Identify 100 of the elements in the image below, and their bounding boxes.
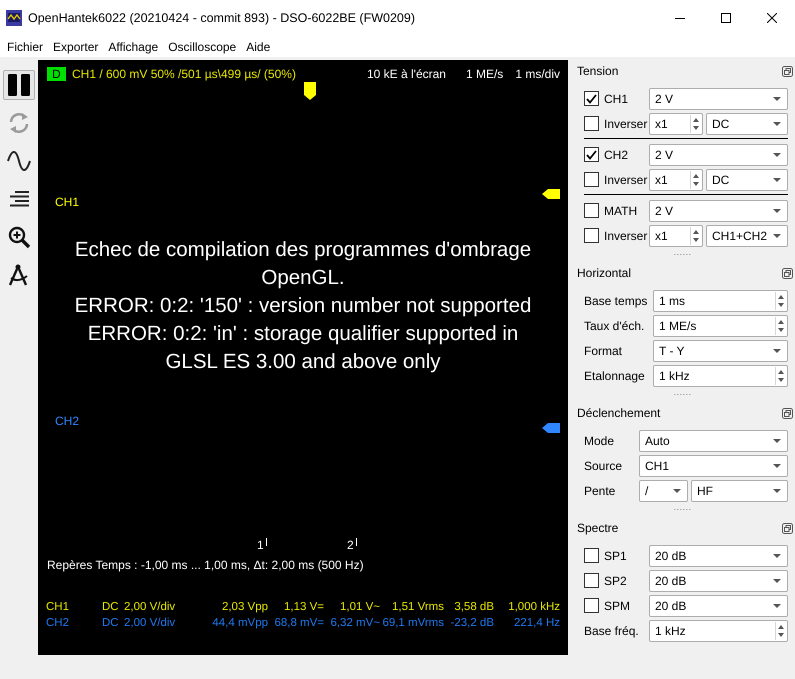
measurement-value: 1,000 kHz	[507, 600, 560, 615]
undock-icon	[782, 408, 793, 418]
spin-arrows-icon	[690, 170, 701, 188]
channel-name: CH2	[46, 616, 70, 631]
dropdown[interactable]: CH1+CH2	[706, 224, 788, 246]
trigger-position-marker	[304, 82, 316, 100]
pause-button[interactable]	[3, 70, 35, 100]
menu-item[interactable]: Fichier	[2, 38, 48, 54]
sample-rate: 1 ME/s	[466, 67, 504, 81]
spin-arrows-icon	[775, 366, 786, 384]
dropdown[interactable]: DC	[706, 112, 788, 134]
dropdown[interactable]: 20 dB	[649, 544, 788, 566]
measurement-value: 68,8 mV=	[273, 616, 324, 631]
dropdown[interactable]: /	[639, 480, 688, 502]
checkbox[interactable]: Inverser	[584, 170, 646, 188]
field-label: Base temps	[584, 292, 648, 310]
measurement-value: 1,51 Vrms	[391, 600, 444, 615]
cursor-marker: 1	[257, 538, 267, 552]
spin-arrows-icon	[690, 114, 701, 132]
close-icon	[767, 13, 777, 23]
spin-arrows-icon	[775, 292, 786, 310]
timebase: 1 ms/div	[515, 67, 560, 81]
measurement-value: 1,01 V~	[339, 600, 380, 615]
checkbox[interactable]: Inverser	[584, 226, 646, 244]
spin-arrows-icon	[775, 622, 786, 640]
caret-icon	[773, 578, 781, 582]
caret-icon	[773, 96, 781, 100]
measurement-value: 2,00 V/div	[124, 616, 176, 631]
section-title: Spectre	[577, 520, 618, 537]
menu-item[interactable]: Aide	[241, 38, 276, 54]
dropdown[interactable]: 2 V	[649, 200, 788, 222]
measurement-value: 1,13 V=	[283, 600, 324, 615]
field-label: Taux d'éch.	[584, 318, 646, 334]
dropdown[interactable]: 2 V	[649, 144, 788, 166]
spin-box[interactable]: 1 kHz	[649, 620, 788, 642]
refresh-icon	[7, 111, 31, 135]
error-message: Echec de compilation des programmes d'ombrage OpenGL. ERROR: 0:2: '150' : version number not supported ERROR: 0:2: 'in' : storage qualifier supported in GLSL ES 3.00 and above only	[74, 237, 532, 375]
measurement-value: 3,58 dB	[453, 600, 494, 615]
section-title: Déclenchement	[577, 405, 660, 422]
dropdown[interactable]: 20 dB	[649, 570, 788, 592]
spin-box[interactable]: x1	[649, 224, 703, 246]
section-title: Tension	[577, 63, 618, 80]
checkbox[interactable]: CH1	[584, 90, 646, 108]
dropdown[interactable]: DC	[706, 168, 788, 190]
measurement-value: 2,03 Vpp	[220, 600, 268, 615]
field-label: Etalonnage	[584, 368, 646, 384]
caret-icon	[673, 488, 681, 492]
dropdown[interactable]: 20 dB	[649, 594, 788, 616]
sine-wave-icon	[7, 149, 31, 173]
trigger-info: CH1 / 600 mV 50% /501 µs\499 µs/ (50%)	[72, 67, 296, 81]
caret-icon	[773, 554, 781, 558]
check-icon	[586, 150, 597, 160]
spin-box[interactable]: x1	[649, 112, 703, 134]
measurement-value: 69,1 mVrms	[381, 616, 444, 631]
spin-box[interactable]: 1 ms	[653, 290, 788, 312]
dropdown[interactable]: CH1	[639, 454, 788, 476]
maximize-icon	[721, 13, 731, 23]
spin-box[interactable]: 1 kHz	[653, 364, 788, 386]
measurement-value: 221,4 Hz	[512, 616, 560, 631]
measurement-value: -23,2 dB	[450, 616, 494, 631]
section-title: Horizontal	[577, 265, 632, 282]
checkbox[interactable]: CH2	[584, 146, 646, 164]
dropdown[interactable]: HF	[691, 480, 788, 502]
field-label: Pente	[584, 482, 616, 500]
channel-label: CH1	[55, 195, 80, 209]
measurement-value: DC	[102, 600, 120, 615]
dropdown[interactable]: Auto	[639, 430, 788, 452]
dropdown[interactable]: 2 V	[649, 88, 788, 110]
field-label: Mode	[584, 432, 616, 450]
caret-icon	[773, 488, 781, 492]
caret-icon	[773, 152, 781, 156]
field-label: Format	[584, 342, 624, 360]
undock-icon	[782, 522, 793, 534]
channel-name: CH1	[46, 600, 70, 615]
checkbox[interactable]: SPM	[584, 596, 646, 614]
spin-arrows-icon	[775, 316, 786, 334]
caret-icon	[773, 178, 781, 182]
zoom-icon	[7, 225, 31, 249]
measurement-value: 6,32 mV~	[329, 616, 380, 631]
checkbox[interactable]: SP1	[584, 546, 646, 564]
spin-box[interactable]: x1	[649, 168, 703, 190]
menu-item[interactable]: Affichage	[103, 38, 164, 54]
undock-icon	[782, 268, 793, 278]
spin-arrows-icon	[690, 226, 701, 244]
menu-item[interactable]: Exporter	[48, 38, 104, 54]
window-title: OpenHantek6022 (20210424 - commit 893) - DSO-6022BE (FW0209)	[28, 10, 416, 27]
channel-label: CH2	[55, 414, 80, 428]
menu-item[interactable]: Oscilloscope	[163, 38, 242, 54]
checkbox[interactable]: SP2	[584, 572, 646, 590]
caret-icon	[773, 438, 781, 442]
markers-info: Repères Temps : -1,00 ms ... 1,00 ms, Δt: 2,00 ms (500 Hz)	[47, 558, 364, 572]
field-label: Source	[584, 458, 624, 474]
dropdown[interactable]: T - Y	[653, 340, 788, 362]
measurement-value: 2,00 V/div	[124, 600, 176, 615]
caret-icon	[773, 122, 781, 126]
caret-icon	[773, 208, 781, 212]
measurement-value: 44,4 mVpp	[211, 616, 268, 631]
checkbox[interactable]: Inverser	[584, 114, 646, 132]
spin-box[interactable]: 1 ME/s	[653, 314, 788, 336]
checkbox[interactable]: MATH	[584, 202, 646, 220]
